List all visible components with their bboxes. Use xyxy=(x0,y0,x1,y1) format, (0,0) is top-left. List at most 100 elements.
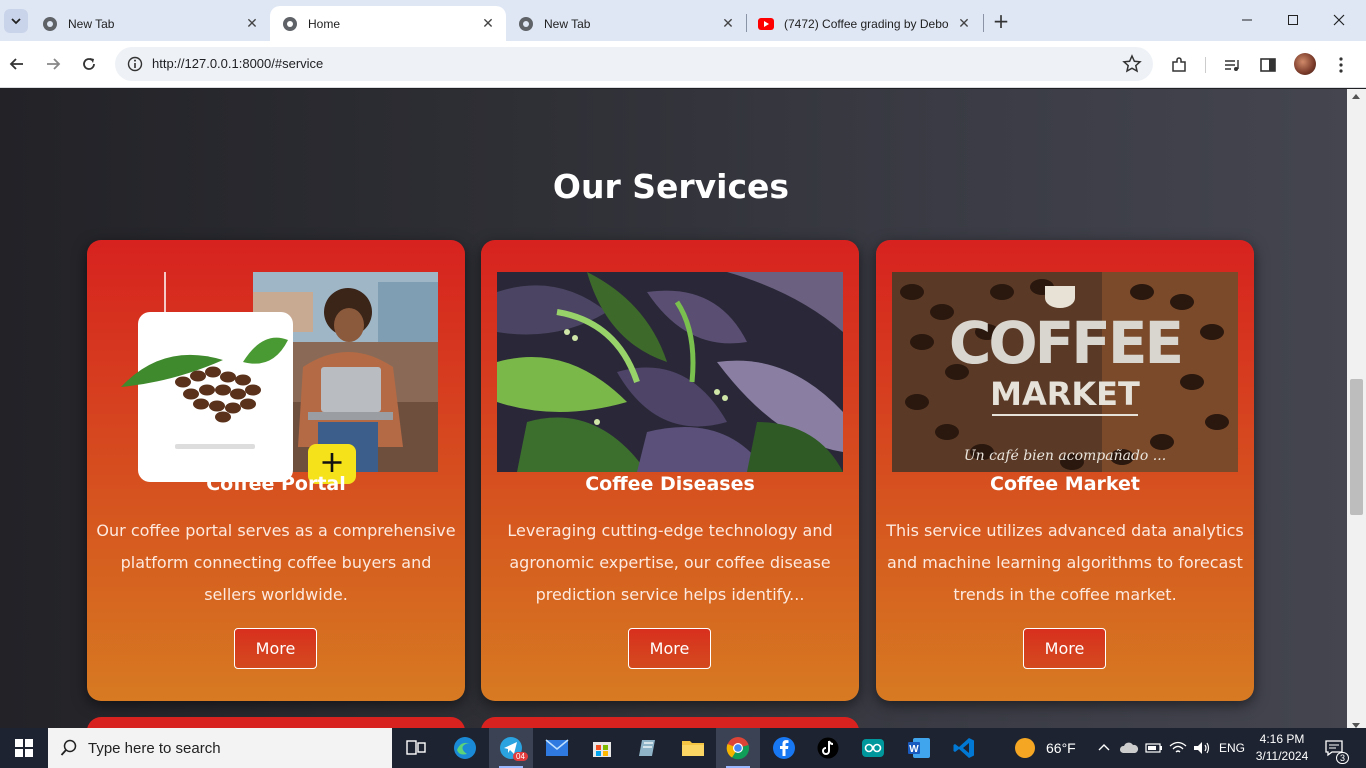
coffee-portal-image xyxy=(103,272,449,484)
back-button[interactable] xyxy=(4,51,30,77)
notes-app[interactable] xyxy=(626,728,670,768)
notification-count: 3 xyxy=(1336,752,1350,764)
notification-center[interactable]: 3 xyxy=(1324,728,1350,768)
side-panel-icon[interactable] xyxy=(1256,53,1280,77)
wifi-icon[interactable] xyxy=(1169,741,1187,755)
service-card-next-row xyxy=(481,717,859,728)
language-indicator[interactable]: ENG xyxy=(1219,728,1245,768)
tab-home[interactable]: Home ✕ xyxy=(270,6,506,41)
plus-icon: + xyxy=(992,9,1010,33)
task-view-button[interactable] xyxy=(394,728,438,768)
globe-icon xyxy=(283,16,297,31)
taskbar-clock[interactable]: 4:16 PM 3/11/2024 xyxy=(1252,731,1312,765)
address-bar[interactable]: http://127.0.0.1:8000/#service xyxy=(115,47,1153,81)
card-title: Coffee Market xyxy=(990,473,1140,495)
card-description: Leveraging cutting-edge technology and a… xyxy=(507,521,833,604)
chevron-up-icon[interactable] xyxy=(1097,741,1111,755)
menu-kebab-icon[interactable] xyxy=(1329,53,1353,77)
task-view-icon xyxy=(406,740,426,755)
more-button[interactable]: More xyxy=(1023,628,1106,669)
divider-line xyxy=(992,414,1138,416)
scroll-up-arrow-icon[interactable] xyxy=(1352,94,1360,99)
youtube-icon xyxy=(758,17,774,30)
store-app[interactable] xyxy=(580,728,624,768)
close-window-button[interactable] xyxy=(1316,0,1362,40)
mail-app[interactable] xyxy=(535,728,579,768)
battery-icon[interactable] xyxy=(1145,742,1163,754)
forward-button[interactable] xyxy=(40,51,66,77)
chrome-icon xyxy=(43,16,57,31)
folder-icon xyxy=(682,741,704,756)
tab-search-button[interactable] xyxy=(4,9,28,33)
market-image-subtitle: MARKET xyxy=(990,375,1140,413)
section-heading: Our Services xyxy=(552,167,790,206)
minimize-icon xyxy=(1242,19,1252,21)
file-explorer-app[interactable] xyxy=(671,728,715,768)
close-icon[interactable]: ✕ xyxy=(242,14,262,34)
telegram-badge: 04 xyxy=(513,752,528,761)
browser-toolbar: http://127.0.0.1:8000/#service xyxy=(0,41,1366,88)
card-title: Coffee Diseases xyxy=(585,473,755,495)
new-tab-button[interactable]: + xyxy=(989,9,1013,33)
svg-text:W: W xyxy=(909,744,919,755)
arrow-left-icon xyxy=(9,58,23,70)
maximize-button[interactable] xyxy=(1270,0,1316,40)
clock-date: 3/11/2024 xyxy=(1255,749,1309,763)
weather-temp: 66°F xyxy=(1046,740,1076,756)
market-image-tagline: Un café bien acompañado ... xyxy=(963,448,1167,464)
notes-icon xyxy=(639,740,655,756)
vscode-icon xyxy=(953,738,974,758)
edge-app[interactable] xyxy=(443,728,487,768)
chevron-down-icon xyxy=(11,18,21,25)
clock-time: 4:16 PM xyxy=(1259,732,1305,746)
tab-youtube[interactable]: (7472) Coffee grading by Debo ✕ xyxy=(746,6,982,41)
onedrive-icon[interactable] xyxy=(1119,741,1139,755)
windows-logo-icon xyxy=(15,739,33,757)
minimize-button[interactable] xyxy=(1224,0,1270,40)
bookmark-star-icon[interactable] xyxy=(1121,53,1143,75)
arduino-app[interactable] xyxy=(851,728,895,768)
taskbar-search[interactable]: Type here to search xyxy=(48,728,392,768)
mail-icon xyxy=(545,739,569,756)
weather-widget[interactable]: 66°F xyxy=(1014,728,1076,768)
coffee-leaves-image xyxy=(497,272,843,472)
language-text: ENG xyxy=(1219,741,1246,755)
card-description: This service utilizes advanced data anal… xyxy=(886,521,1244,604)
close-icon[interactable]: ✕ xyxy=(478,14,498,34)
arrow-right-icon xyxy=(47,58,61,70)
chrome-app[interactable] xyxy=(716,728,760,768)
close-icon xyxy=(1333,14,1345,26)
tab-strip: New Tab ✕ Home ✕ New Tab ✕ (7472) Coffee… xyxy=(0,0,1366,41)
extensions-icon[interactable] xyxy=(1167,53,1191,77)
more-button[interactable]: More xyxy=(234,628,317,669)
close-icon[interactable]: ✕ xyxy=(954,14,974,34)
tiktok-app[interactable] xyxy=(806,728,850,768)
media-control-icon[interactable] xyxy=(1220,53,1244,77)
vscode-app[interactable] xyxy=(942,728,986,768)
start-button[interactable] xyxy=(0,728,48,768)
card-title: Coffee Portal xyxy=(206,473,346,495)
volume-icon[interactable] xyxy=(1193,741,1211,755)
close-icon[interactable]: ✕ xyxy=(718,14,738,34)
tiktok-icon xyxy=(817,737,839,759)
word-app[interactable]: W xyxy=(897,728,941,768)
telegram-app[interactable]: 04 xyxy=(489,728,533,768)
reload-button[interactable] xyxy=(76,51,102,77)
service-card-portal: Coffee Portal Our coffee portal serves a… xyxy=(87,240,465,701)
arduino-icon xyxy=(862,739,884,757)
site-info-icon[interactable] xyxy=(123,52,147,76)
market-image-title: COFFEE xyxy=(948,309,1184,377)
more-button[interactable]: More xyxy=(628,628,711,669)
facebook-app[interactable] xyxy=(762,728,806,768)
service-card-market: COFFEE MARKET Un café bien acompañado ..… xyxy=(876,240,1254,701)
tray-icons xyxy=(1097,728,1211,768)
url-text[interactable]: http://127.0.0.1:8000/#service xyxy=(152,56,323,71)
page-scrollbar[interactable] xyxy=(1347,89,1366,728)
profile-avatar[interactable] xyxy=(1294,53,1316,75)
facebook-icon xyxy=(773,737,795,759)
tab-title: New Tab xyxy=(68,16,115,31)
tab-new-tab-2[interactable]: New Tab ✕ xyxy=(506,6,746,41)
scrollbar-thumb[interactable] xyxy=(1350,379,1363,515)
toolbar-divider xyxy=(1205,57,1206,73)
tab-new-tab-1[interactable]: New Tab ✕ xyxy=(30,6,270,41)
